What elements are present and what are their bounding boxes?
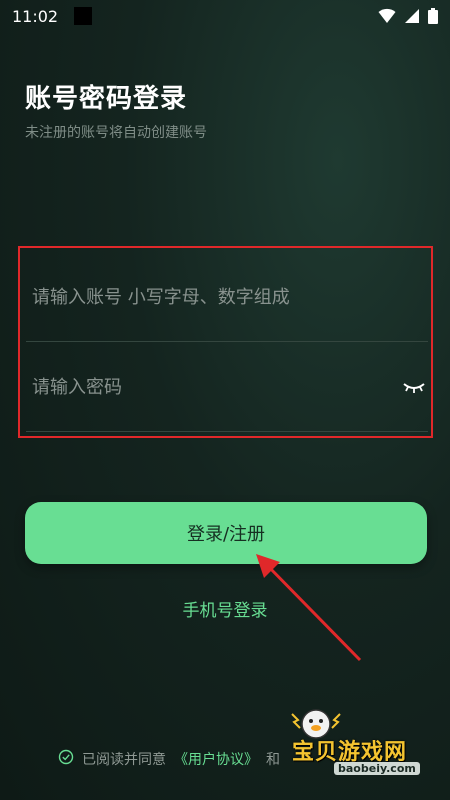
user-agreement-link[interactable]: 《用户协议》 [174, 749, 258, 769]
wifi-icon [378, 8, 396, 24]
status-time: 11:02 [12, 6, 59, 26]
login-form [18, 246, 433, 438]
password-input[interactable] [32, 342, 402, 432]
signal-icon [404, 8, 420, 24]
watermark-url: baobeiy.com [334, 762, 420, 775]
status-icons [378, 8, 438, 24]
eye-closed-icon[interactable] [402, 378, 426, 396]
notification-icon [74, 7, 93, 25]
account-input[interactable] [32, 252, 402, 342]
check-circle-icon[interactable] [58, 749, 74, 769]
page-title: 账号密码登录 [25, 84, 188, 114]
password-field [26, 342, 428, 432]
status-bar: 11:02 [0, 0, 450, 32]
agreement-prefix: 已阅读并同意 [82, 752, 166, 768]
account-field [26, 252, 428, 342]
site-watermark: 宝贝游戏网 baobeiy.com [286, 706, 426, 780]
phone-login-link[interactable]: 手机号登录 [0, 596, 450, 621]
page-subtitle: 未注册的账号将自动创建账号 [25, 125, 207, 141]
battery-icon [428, 8, 438, 24]
agreement-row: 已阅读并同意 《用户协议》 和 [58, 749, 280, 769]
agreement-connector: 和 [266, 752, 280, 768]
